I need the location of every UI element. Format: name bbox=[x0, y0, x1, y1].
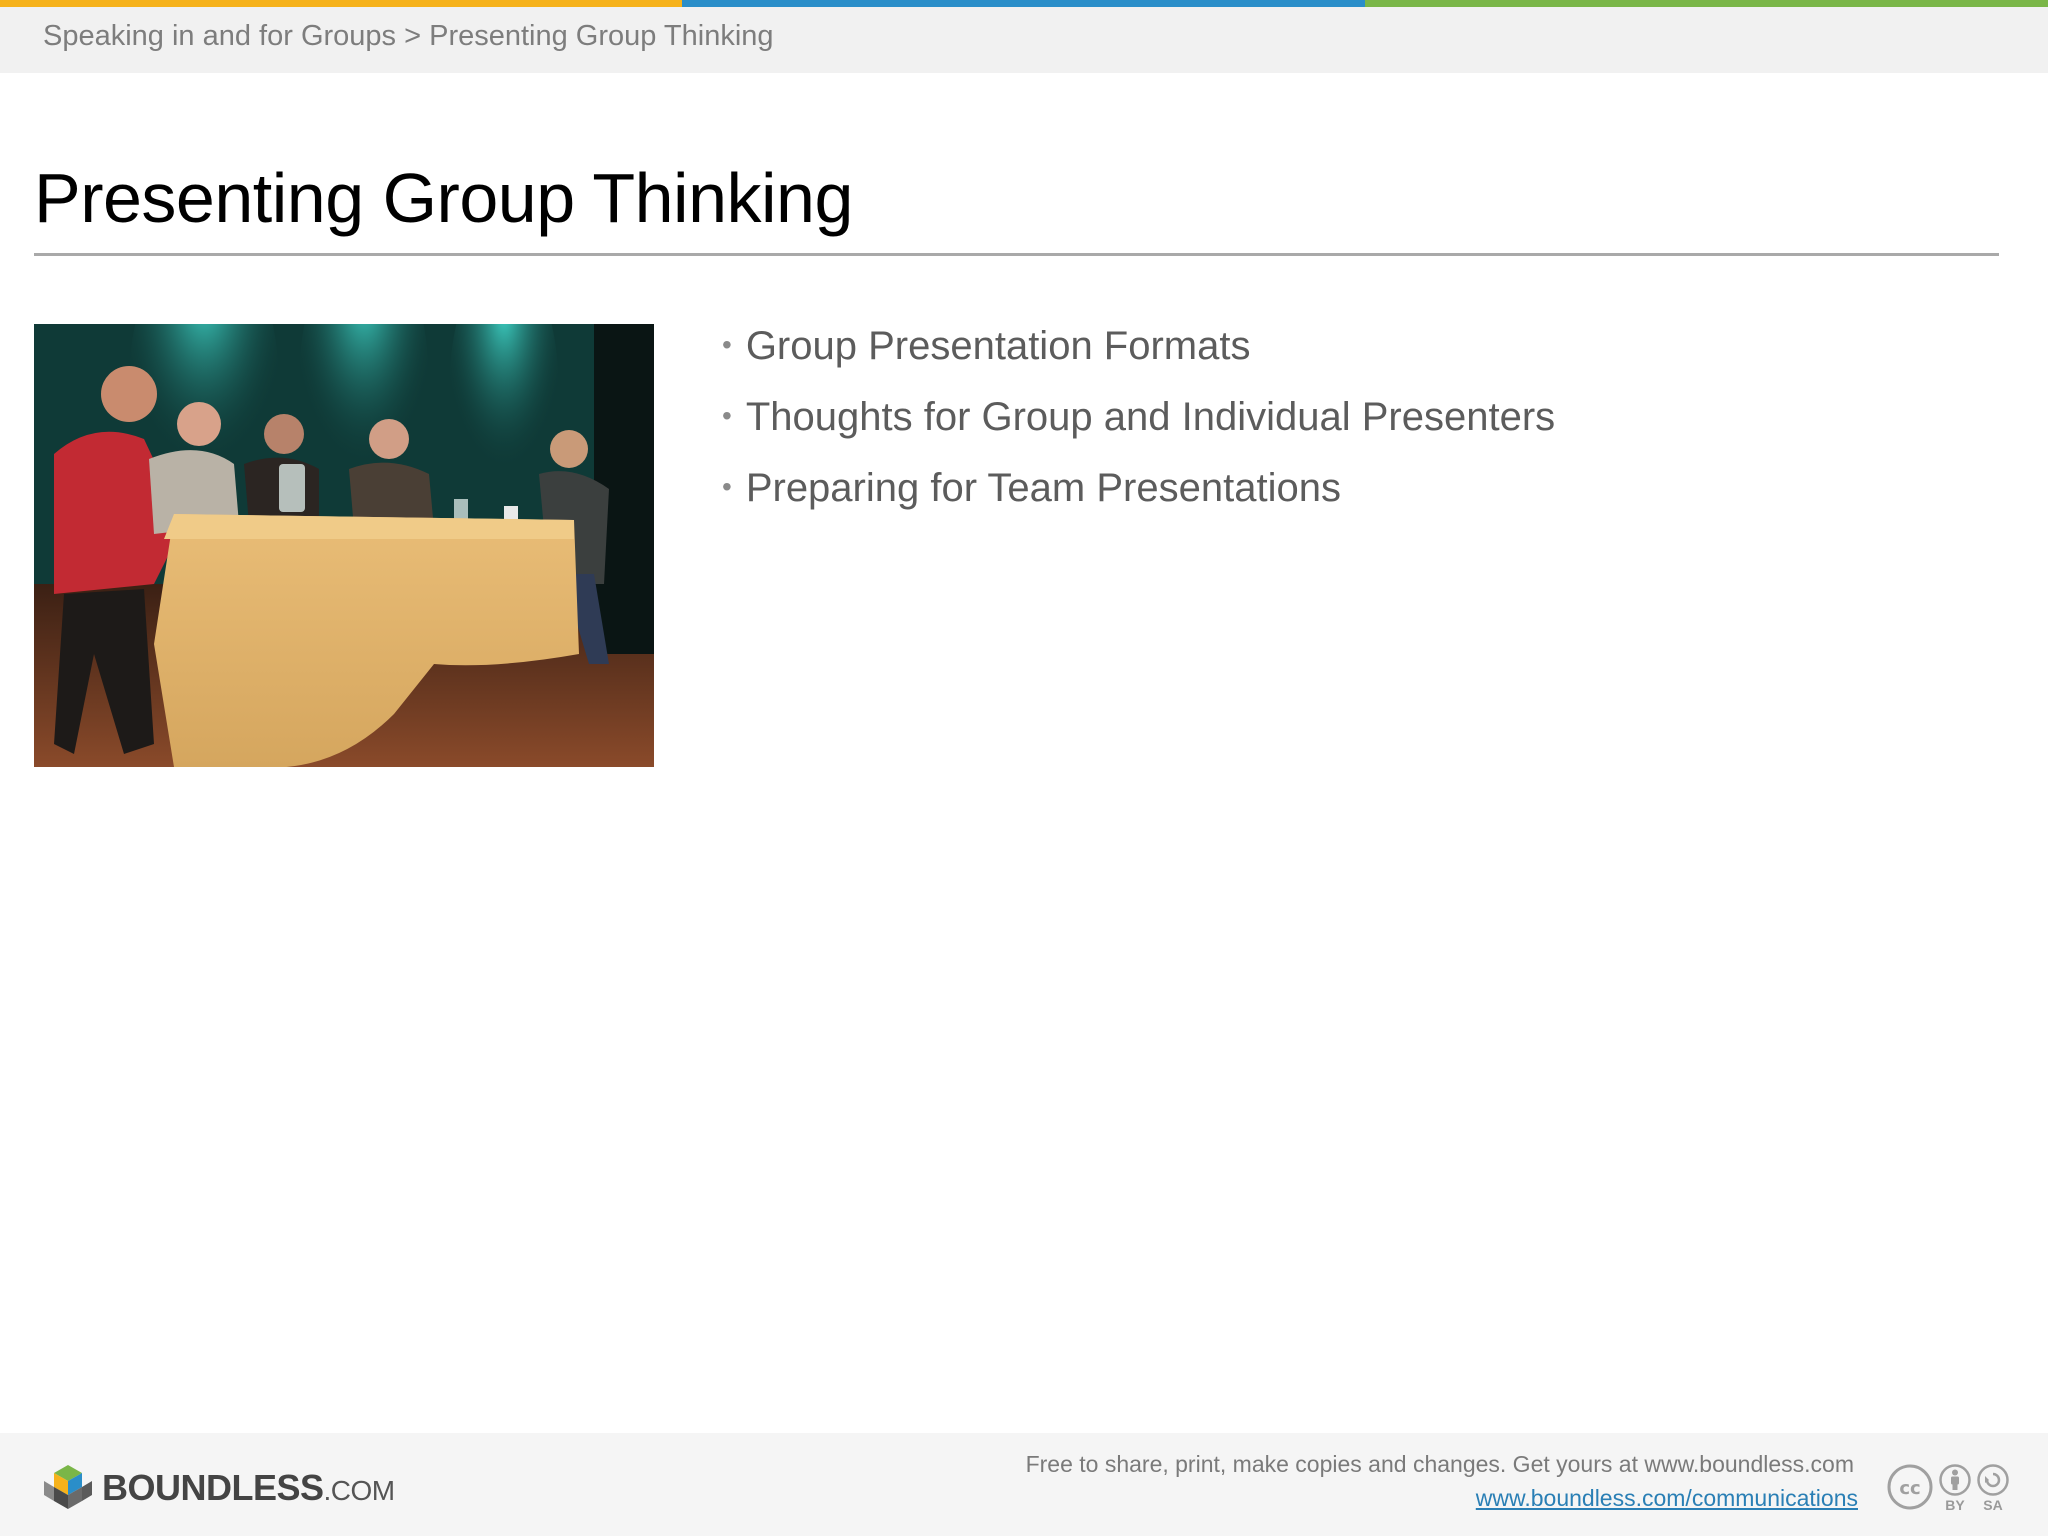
top-bar-blue bbox=[682, 0, 1365, 7]
cube-logo-icon bbox=[44, 1465, 92, 1509]
bullet-text: Group Presentation Formats bbox=[745, 324, 1251, 368]
creative-commons-icon: cc bbox=[1887, 1464, 1933, 1510]
top-bar-yellow bbox=[0, 0, 682, 7]
breadcrumb: Speaking in and for Groups > Presenting … bbox=[43, 20, 774, 52]
bullet-icon: • bbox=[722, 471, 732, 502]
boundless-logo[interactable]: BOUNDLESS.COM bbox=[42, 1463, 395, 1513]
attribution-badge: BY bbox=[1938, 1463, 1972, 1513]
bullet-text: Thoughts for Group and Individual Presen… bbox=[745, 395, 1556, 439]
top-color-bar bbox=[0, 0, 2048, 7]
bullet-text: Preparing for Team Presentations bbox=[745, 466, 1341, 510]
bullet-item: • Group Presentation Formats bbox=[722, 310, 1555, 381]
title-divider bbox=[34, 253, 1999, 256]
logo-name: BOUNDLESS bbox=[102, 1467, 324, 1508]
panel-discussion-photo bbox=[34, 324, 654, 767]
bullet-icon: • bbox=[722, 329, 732, 360]
attribution-person-icon bbox=[1939, 1464, 1971, 1496]
bullet-icon: • bbox=[722, 400, 732, 431]
slide-title: Presenting Group Thinking bbox=[34, 159, 853, 237]
share-alike-badge: SA bbox=[1976, 1463, 2010, 1513]
footer: BOUNDLESS.COM Free to share, print, make… bbox=[0, 1433, 2048, 1536]
bullet-item: • Thoughts for Group and Individual Prese… bbox=[722, 381, 1555, 452]
by-label: BY bbox=[1945, 1497, 1965, 1513]
share-alike-icon bbox=[1977, 1464, 2009, 1496]
logo-wordmark: BOUNDLESS.COM bbox=[102, 1467, 395, 1509]
breadcrumb-bar: Speaking in and for Groups > Presenting … bbox=[0, 7, 2048, 73]
sa-label: SA bbox=[1983, 1497, 2003, 1513]
license-badges[interactable]: cc BY SA bbox=[1886, 1463, 2010, 1513]
share-notice: Free to share, print, make copies and ch… bbox=[1025, 1451, 1854, 1477]
bullet-list: • Group Presentation Formats • Thoughts fo… bbox=[722, 310, 1555, 523]
top-bar-green bbox=[1365, 0, 2048, 7]
bullet-item: • Preparing for Team Presentations bbox=[722, 452, 1555, 523]
svg-text:cc: cc bbox=[1899, 1478, 1920, 1499]
logo-suffix: .COM bbox=[323, 1475, 396, 1506]
communications-link[interactable]: www.boundless.com/communications bbox=[1476, 1485, 1858, 1512]
